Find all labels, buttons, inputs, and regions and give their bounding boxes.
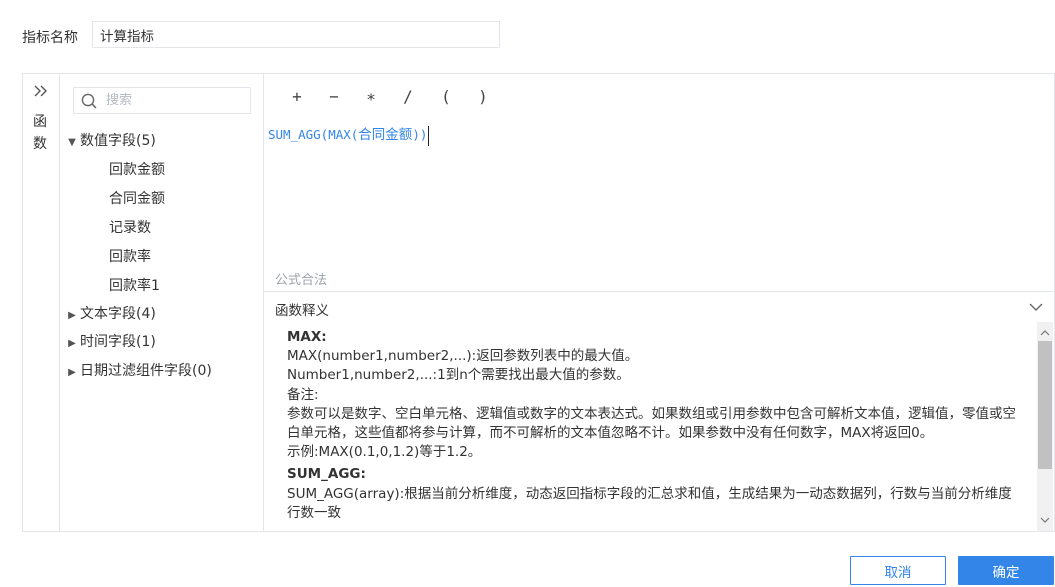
function-desc-line: 参数可以是数字、空白单元格、逻辑值或数字的文本表达式。如果数组或引用参数中包含可… xyxy=(287,405,1016,442)
formula-editor[interactable]: SUM_AGG(MAX(合同金额)) xyxy=(268,123,430,147)
tree-group-text[interactable]: ▶ 文本字段(4) xyxy=(65,303,156,325)
chevron-down-icon[interactable] xyxy=(1028,299,1044,315)
search-box xyxy=(73,87,251,114)
search-input[interactable] xyxy=(106,90,246,111)
cancel-button[interactable]: 取消 xyxy=(850,556,946,585)
tree-group-label: 数值字段(5) xyxy=(80,133,156,149)
left-paren-button[interactable]: ( xyxy=(433,84,459,108)
field-item[interactable]: 回款率1 xyxy=(109,275,160,297)
field-item[interactable]: 回款率 xyxy=(109,246,151,268)
formula-area: + − ∗ / ( ) SUM_AGG(MAX(合同金额)) 公式合法 函数释义… xyxy=(264,74,1055,531)
function-name-max: MAX: xyxy=(287,329,327,345)
functions-label-line2: 数 xyxy=(33,136,47,152)
tree-group-label: 时间字段(1) xyxy=(80,334,156,350)
function-desc-line: MAX(number1,number2,...):返回参数列表中的最大值。 xyxy=(287,348,639,365)
text-cursor xyxy=(428,125,430,146)
caret-right-icon: ▶ xyxy=(68,338,76,349)
formula-suffix: )) xyxy=(412,127,428,142)
field-item[interactable]: 记录数 xyxy=(109,217,151,239)
function-desc-line: Number1,number2,...:1到n个需要找出最大值的参数。 xyxy=(287,367,630,384)
functions-strip: 函 数 xyxy=(23,74,60,531)
function-desc-line: SUM_AGG(array):根据当前分析维度，动态返回指标字段的汇总求和值，生… xyxy=(287,485,1012,521)
caret-down-icon: ▼ xyxy=(68,137,76,148)
search-icon xyxy=(80,92,98,110)
divide-button[interactable]: / xyxy=(395,84,421,108)
plus-button[interactable]: + xyxy=(284,84,310,108)
tree-group-label: 文本字段(4) xyxy=(80,306,156,322)
scrollbar-thumb[interactable] xyxy=(1038,341,1052,469)
minus-button[interactable]: − xyxy=(321,84,347,108)
function-name-sum-agg: SUM_AGG: xyxy=(287,466,366,483)
formula-editor-panel: 函 数 ▼ 数值字段(5) 回款金额 合同金额 记录数 回款率 回款率1 xyxy=(22,73,1055,532)
function-explain-title: 函数释义 xyxy=(275,303,329,319)
field-item[interactable]: 回款金额 xyxy=(109,159,165,181)
formula-prefix: SUM_AGG(MAX( xyxy=(268,127,359,142)
multiply-button[interactable]: ∗ xyxy=(358,84,384,108)
functions-label-line1: 函 xyxy=(33,114,47,130)
function-desc-line: 备注: xyxy=(287,386,319,403)
function-explain-body: MAX: MAX(number1,number2,...):返回参数列表中的最大… xyxy=(264,322,1055,531)
right-paren-button[interactable]: ) xyxy=(470,84,496,108)
formula-field-token: 合同金额 xyxy=(358,127,413,143)
indicator-name-label: 指标名称 xyxy=(22,30,78,46)
field-panel: ▼ 数值字段(5) 回款金额 合同金额 记录数 回款率 回款率1 ▶ 文本字段(4)… xyxy=(60,74,264,531)
double-chevron-right-icon[interactable] xyxy=(32,82,50,100)
caret-right-icon: ▶ xyxy=(68,310,76,321)
function-desc-line: 示例:MAX(0.1,0,1.2)等于1.2。 xyxy=(287,444,482,461)
indicator-name-input[interactable] xyxy=(92,21,500,48)
confirm-button[interactable]: 确定 xyxy=(958,556,1054,585)
function-explain-header[interactable]: 函数释义 xyxy=(264,291,1055,322)
tree-group-date-filter[interactable]: ▶ 日期过滤组件字段(0) xyxy=(65,360,212,382)
tree-group-time[interactable]: ▶ 时间字段(1) xyxy=(65,331,156,353)
indicator-name-row: 指标名称 xyxy=(0,0,1055,70)
scroll-down-icon[interactable] xyxy=(1037,513,1053,527)
function-explain-text: MAX: MAX(number1,number2,...):返回参数列表中的最大… xyxy=(287,328,1017,523)
explain-scrollbar[interactable] xyxy=(1037,322,1053,531)
tree-group-label: 日期过滤组件字段(0) xyxy=(80,363,212,379)
operator-toolbar: + − ∗ / ( ) xyxy=(264,74,1055,116)
formula-status: 公式合法 xyxy=(275,273,328,288)
field-item[interactable]: 合同金额 xyxy=(109,188,165,210)
tree-group-numeric[interactable]: ▼ 数值字段(5) xyxy=(65,130,156,152)
functions-toggle[interactable]: 函 数 xyxy=(31,111,49,155)
caret-right-icon: ▶ xyxy=(68,367,76,378)
scroll-up-icon[interactable] xyxy=(1037,326,1053,340)
